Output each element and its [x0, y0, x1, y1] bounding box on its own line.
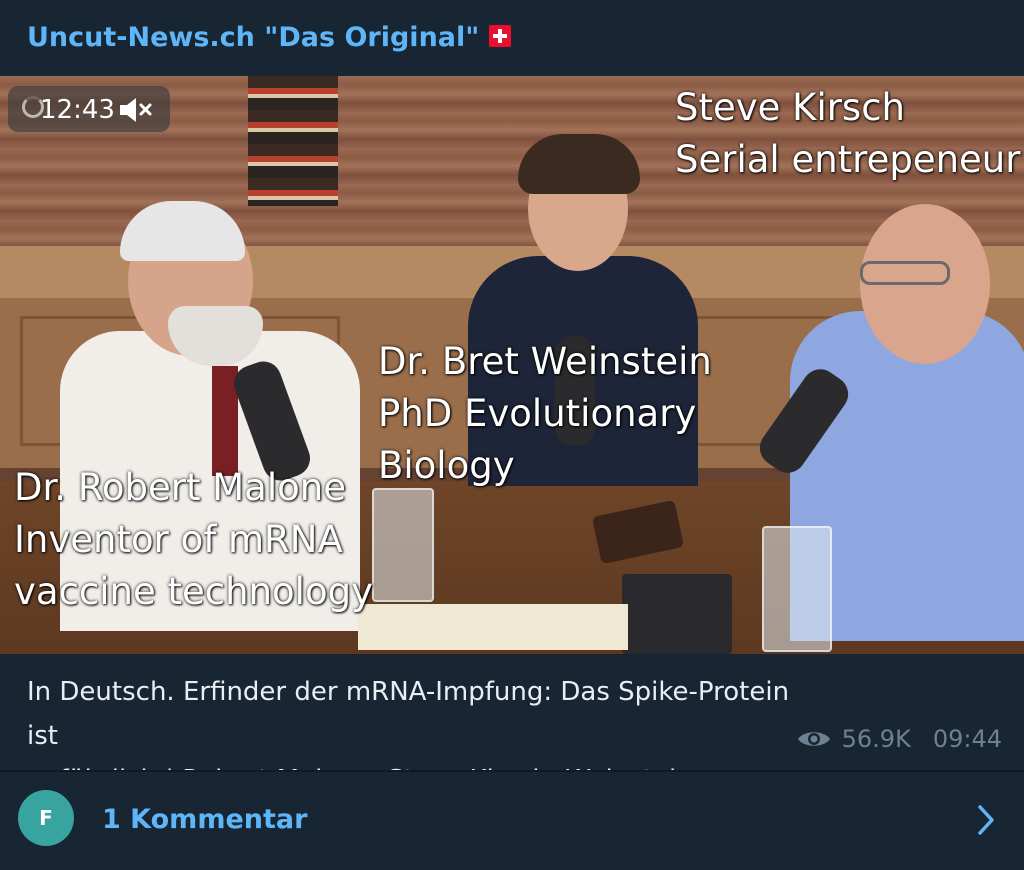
- caption-malone-name: Dr. Robert Malone: [14, 466, 346, 509]
- video-player[interactable]: 12:43 Steve Kirsch Serial entrepeneur Dr…: [0, 76, 1024, 654]
- channel-header[interactable]: Uncut-News.ch "Das Original": [0, 0, 1024, 76]
- wall-tapestry: [248, 76, 338, 206]
- chevron-right-icon[interactable]: [976, 804, 996, 836]
- muted-speaker-icon[interactable]: [118, 96, 154, 124]
- comments-label[interactable]: 1 Kommentar: [102, 804, 307, 835]
- caption-weinstein-name: Dr. Bret Weinstein: [378, 340, 712, 383]
- channel-post: Uncut-News.ch "Das Original" 12:43 Steve…: [0, 0, 1024, 870]
- channel-title[interactable]: Uncut-News.ch "Das Original": [27, 22, 512, 53]
- water-glass: [762, 526, 832, 652]
- message-line-1: In Deutsch. Erfinder der mRNA-Impfung: D…: [27, 677, 790, 751]
- kirsch-glasses: [860, 261, 950, 285]
- view-count: 56.9K: [841, 725, 911, 753]
- keyboard: [622, 574, 732, 654]
- comments-button[interactable]: F 1 Kommentar: [0, 772, 1024, 870]
- video-duration-badge[interactable]: 12:43: [8, 86, 170, 132]
- eye-icon: [797, 732, 830, 746]
- weinstein-hair: [518, 134, 640, 194]
- avatar: F: [18, 790, 74, 846]
- caption-kirsch-name: Steve Kirsch: [675, 86, 906, 129]
- swiss-flag-icon: [489, 24, 512, 47]
- caption-malone-role-2: vaccine technology: [14, 570, 373, 613]
- caption-weinstein-role: PhD Evolutionary: [378, 392, 697, 435]
- caption-weinstein-role-2: Biology: [378, 444, 515, 487]
- notepad: [358, 604, 628, 650]
- caption-malone-role: Inventor of mRNA: [14, 518, 343, 561]
- channel-title-text[interactable]: Uncut-News.ch "Das Original": [27, 22, 479, 53]
- water-glass: [372, 488, 434, 602]
- message-time: 09:44: [932, 725, 1002, 753]
- message-meta: 56.9K 09:44: [796, 725, 1002, 753]
- caption-kirsch-role: Serial entrepeneur: [675, 138, 1021, 181]
- video-duration: 12:43: [40, 95, 115, 125]
